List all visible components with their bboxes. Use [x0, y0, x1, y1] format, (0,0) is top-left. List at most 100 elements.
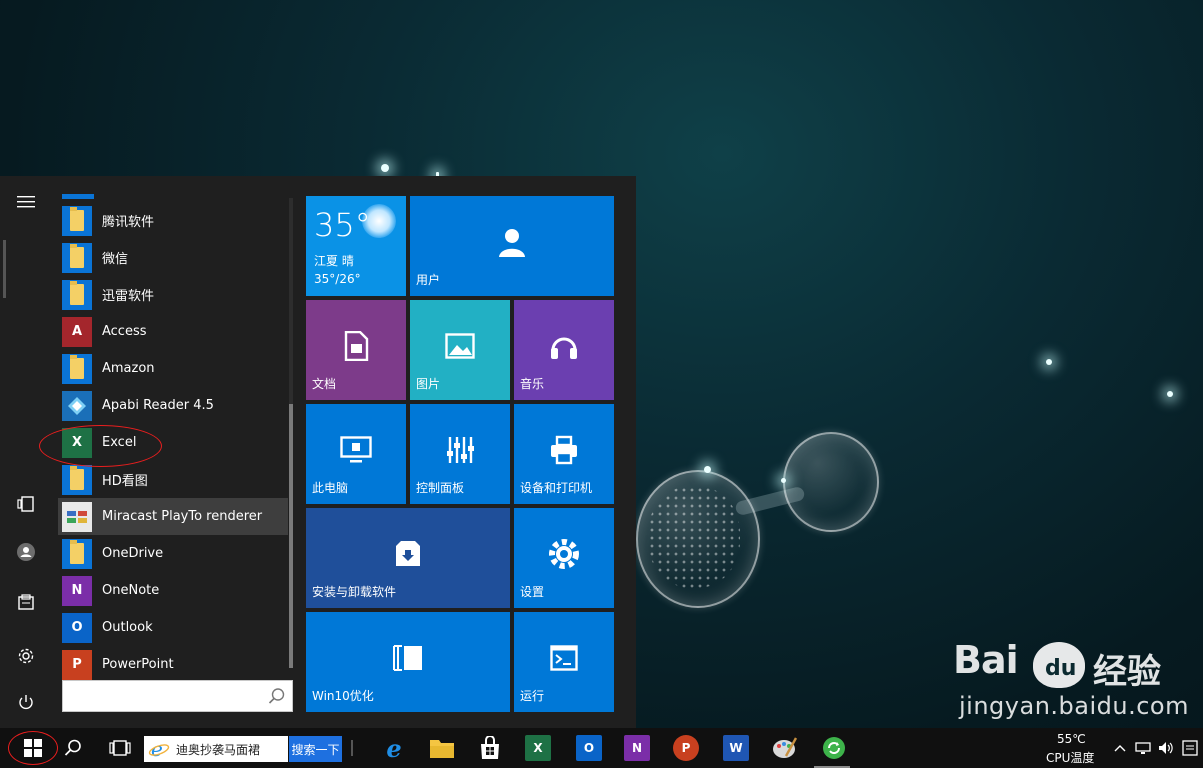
app-item-onedrive[interactable]: OneDrive: [58, 535, 288, 572]
app-label: OneNote: [102, 583, 160, 598]
folder-icon: [62, 205, 92, 236]
powerpoint-icon[interactable]: P: [673, 735, 699, 761]
app-item-amazon[interactable]: Amazon: [58, 350, 288, 387]
folder-icon: [62, 464, 92, 495]
app-label: Outlook: [102, 620, 153, 635]
file-explorer-icon[interactable]: [429, 735, 455, 761]
refresh-app-icon[interactable]: [821, 735, 847, 761]
printer-icon: [551, 435, 577, 465]
sparkle-light: [1046, 359, 1052, 365]
taskbar-search-field[interactable]: e 迪奥抄袭马面裙: [144, 736, 288, 762]
headphones-icon: [551, 337, 577, 359]
start-menu: 腾讯软件 微信 迅雷软件 A Access Amazon Apabi Reade…: [0, 176, 636, 728]
app-item-hd-viewer[interactable]: HD看图: [58, 461, 288, 498]
store-icon[interactable]: [477, 735, 503, 761]
user-account-icon[interactable]: [6, 534, 46, 570]
taskbar-search-text: 迪奥抄袭马面裙: [176, 742, 261, 757]
paint-icon[interactable]: [772, 735, 798, 761]
app-item-apabi-reader[interactable]: Apabi Reader 4.5: [58, 387, 288, 424]
volume-icon[interactable]: [1156, 728, 1176, 768]
app-item-excel[interactable]: X Excel: [58, 424, 288, 461]
windows-logo-icon: [24, 739, 42, 757]
tile-label: 控制面板: [416, 481, 465, 495]
baidu-watermark: Bai du 经验 jingyan.baidu.com: [953, 638, 1188, 738]
settings-gear-icon[interactable]: [6, 638, 46, 674]
hamburger-menu-icon[interactable]: [6, 184, 46, 220]
onenote-icon: N: [62, 575, 92, 606]
watermark-brand-du: du: [1045, 656, 1077, 681]
app-item-xunlei[interactable]: 迅雷软件: [58, 276, 288, 313]
ie-icon: e: [148, 738, 170, 760]
sparkle-light: [381, 164, 389, 172]
tile-label: 安装与卸载软件: [312, 585, 397, 599]
tile-control-panel[interactable]: 控制面板: [410, 404, 510, 504]
edge-icon[interactable]: e: [381, 734, 407, 763]
app-list: 腾讯软件 微信 迅雷软件 A Access Amazon Apabi Reade…: [58, 202, 288, 686]
excel-icon[interactable]: X: [525, 735, 551, 761]
word-icon[interactable]: W: [723, 735, 749, 761]
tile-pictures[interactable]: 图片: [410, 300, 510, 400]
app-label: Miracast PlayTo renderer: [102, 509, 263, 524]
app-label: OneDrive: [102, 546, 164, 561]
optimize-panel-icon: [393, 645, 422, 671]
access-icon: A: [62, 316, 92, 347]
chevron-up-icon[interactable]: [1111, 728, 1129, 768]
app-item-powerpoint[interactable]: P PowerPoint: [58, 646, 288, 683]
apabi-reader-icon: [62, 390, 92, 421]
power-icon[interactable]: [6, 684, 46, 720]
folder-icon: [62, 242, 92, 273]
tile-this-pc[interactable]: 此电脑: [306, 404, 406, 504]
watermark-brand: Bai: [953, 638, 1019, 682]
start-button[interactable]: [8, 728, 58, 768]
app-label: Apabi Reader 4.5: [102, 398, 214, 413]
rail-scroll-indicator: [3, 240, 6, 298]
app-label: PowerPoint: [102, 657, 174, 672]
taskbar-search-icon[interactable]: [56, 728, 90, 768]
app-label: 腾讯软件: [102, 215, 155, 230]
gear-icon: [549, 539, 579, 569]
search-submit-button[interactable]: 搜索一下: [289, 736, 342, 762]
miracast-icon: [62, 501, 92, 532]
action-center-icon[interactable]: [1180, 728, 1200, 768]
tile-install-uninstall[interactable]: 安装与卸载软件: [306, 508, 510, 608]
app-item-tencent[interactable]: 腾讯软件: [58, 202, 288, 239]
app-list-scrollbar-thumb[interactable]: [289, 404, 293, 668]
weather-range: 35°/26°: [314, 272, 361, 286]
app-icon-partial: [62, 194, 94, 199]
app-item-access[interactable]: A Access: [58, 313, 288, 350]
app-item-outlook[interactable]: O Outlook: [58, 609, 288, 646]
tile-run[interactable]: 运行: [514, 612, 614, 712]
start-search-box[interactable]: [62, 680, 293, 712]
folder-icon: [62, 538, 92, 569]
outlook-icon[interactable]: O: [576, 735, 602, 761]
tile-label: 设置: [520, 585, 545, 599]
sparkle-light: [1167, 391, 1173, 397]
app-item-onenote[interactable]: N OneNote: [58, 572, 288, 609]
excel-icon: X: [62, 427, 92, 458]
network-icon[interactable]: [1133, 728, 1153, 768]
package-box-icon: [396, 541, 420, 566]
tile-label: 音乐: [520, 377, 545, 391]
powerpoint-icon: P: [62, 649, 92, 680]
documents-folder-icon[interactable]: [6, 584, 46, 620]
weather-location: 江夏 晴: [314, 254, 354, 268]
tile-music[interactable]: 音乐: [514, 300, 614, 400]
tile-documents[interactable]: 文档: [306, 300, 406, 400]
app-item-miracast[interactable]: Miracast PlayTo renderer: [58, 498, 288, 535]
tile-label: Win10优化: [312, 689, 374, 703]
tile-devices-printers[interactable]: 设备和打印机: [514, 404, 614, 504]
outlook-icon: O: [62, 612, 92, 643]
tile-weather[interactable]: 35° 江夏 晴 35°/26°: [306, 196, 406, 296]
tile-win10-optimize[interactable]: Win10优化: [306, 612, 510, 712]
onenote-icon[interactable]: N: [624, 735, 650, 761]
tile-settings[interactable]: 设置: [514, 508, 614, 608]
tile-label: 运行: [520, 689, 545, 703]
task-view-icon[interactable]: [102, 728, 138, 768]
tile-user[interactable]: 用户: [410, 196, 614, 296]
search-icon[interactable]: [268, 687, 286, 705]
app-item-wechat[interactable]: 微信: [58, 239, 288, 276]
tablet-mode-icon[interactable]: [6, 486, 46, 522]
tile-label: 设备和打印机: [520, 481, 593, 495]
start-rail: [0, 176, 52, 728]
sliders-icon: [447, 437, 474, 463]
